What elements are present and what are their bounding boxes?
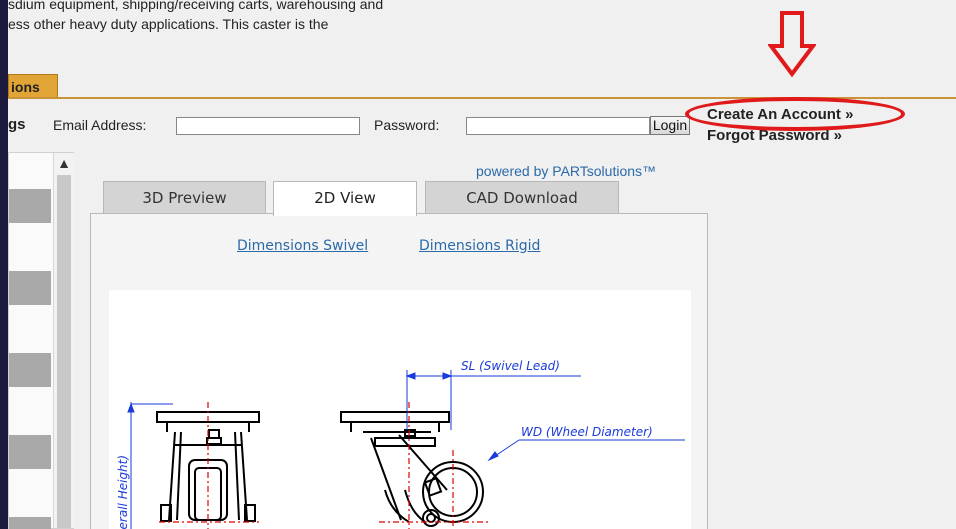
viewer-panel: Dimensions Swivel Dimensions Rigid SL (S… [90, 213, 708, 529]
down-arrow-icon [768, 11, 816, 78]
wheel-diameter-label: WD (Wheel Diameter) [521, 425, 653, 439]
section-label: gs [8, 116, 26, 133]
caster-drawing: SL (Swivel Lead) WD (Wheel Diameter) Ove… [109, 290, 691, 529]
scroll-up-icon[interactable]: ▲ [54, 153, 74, 173]
description-line-2: ess other heavy duty applications. This … [8, 16, 329, 32]
tab-2d-view[interactable]: 2D View [273, 181, 417, 216]
product-description: sdium equipment, shipping/receiving cart… [8, 0, 383, 34]
swivel-lead-label: SL (Swivel Lead) [461, 359, 560, 373]
tab-cad-download[interactable]: CAD Download [425, 181, 619, 214]
highlight-ellipse [685, 97, 905, 131]
tab-3d-preview[interactable]: 3D Preview [103, 181, 266, 214]
sidebar-item[interactable] [9, 353, 51, 387]
sidebar-item[interactable] [9, 435, 51, 469]
password-label: Password: [374, 117, 440, 133]
scroll-thumb[interactable] [57, 175, 71, 528]
dimensions-rigid-link[interactable]: Dimensions Rigid [419, 238, 540, 254]
sidebar-item[interactable] [9, 189, 51, 223]
scrollbar[interactable]: ▲ [53, 153, 74, 528]
email-field[interactable] [176, 117, 360, 135]
sidebar-item[interactable] [9, 517, 51, 529]
caster-drawing-svg: SL (Swivel Lead) WD (Wheel Diameter) Ove… [116, 359, 685, 529]
description-line-1: sdium equipment, shipping/receiving cart… [8, 0, 384, 12]
page: sdium equipment, shipping/receiving cart… [8, 0, 956, 529]
powered-by-text: powered by PARTsolutions™ [476, 163, 657, 179]
overall-height-label: Overall Height) [116, 455, 130, 529]
sidebar-list: ▲ [8, 152, 74, 529]
password-field[interactable] [466, 117, 650, 135]
dimensions-swivel-link[interactable]: Dimensions Swivel [237, 238, 368, 254]
sidebar-item[interactable] [9, 271, 51, 305]
tab-specifications[interactable]: ions [8, 74, 58, 98]
login-button[interactable]: Login [650, 116, 690, 135]
email-label: Email Address: [53, 117, 147, 133]
